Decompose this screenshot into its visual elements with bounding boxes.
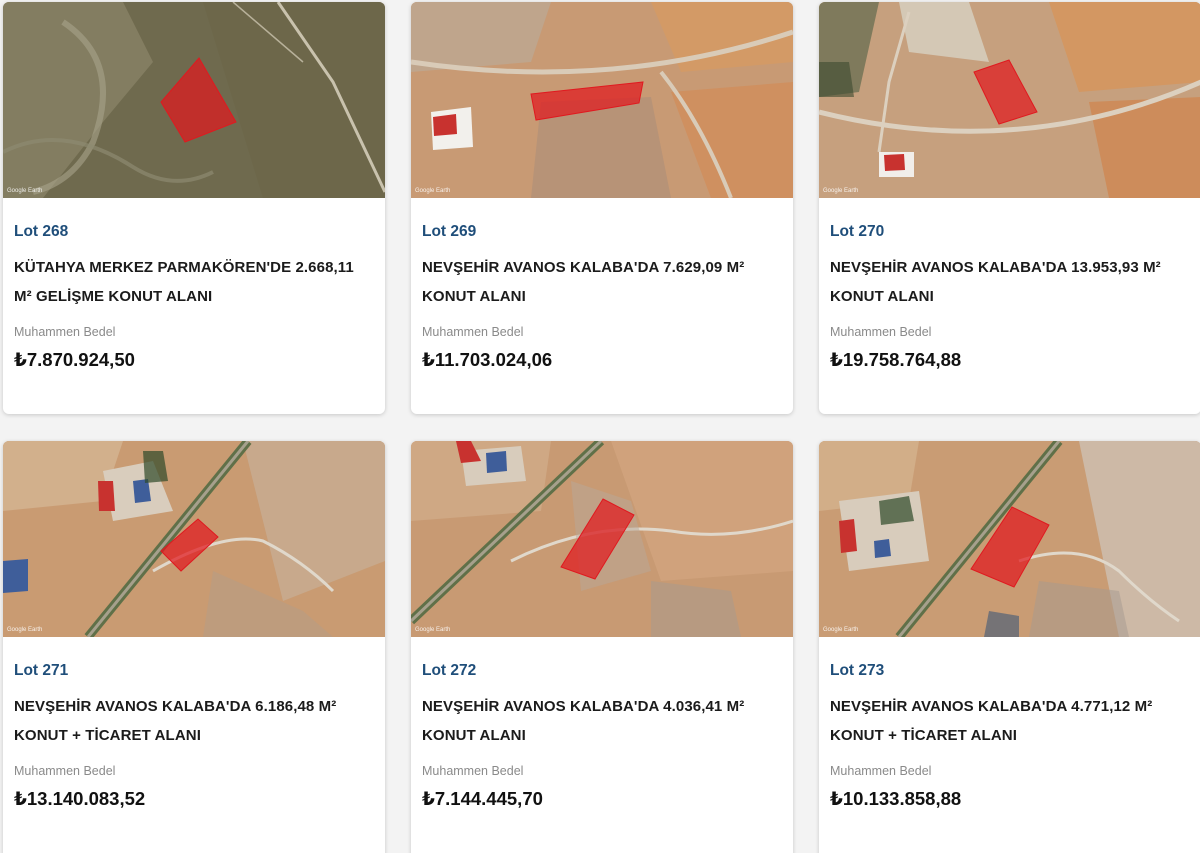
lot-title-line: M² GELİŞME KONUT ALANI (14, 287, 213, 305)
lot-number[interactable]: Lot 272 (422, 661, 782, 681)
price-label: Muhammen Bedel (830, 325, 932, 339)
parcel-satellite-image[interactable]: Google Earth (411, 441, 793, 637)
lot-card[interactable]: Google Earth Lot 269 NEVŞEHİR AVANOS KAL… (411, 2, 793, 414)
map-credit: Google Earth (7, 188, 43, 194)
lot-card[interactable]: Google Earth Lot 270 NEVŞEHİR AVANOS KAL… (819, 2, 1200, 414)
lot-title[interactable]: NEVŞEHİR AVANOS KALABA'DA 4.036,41 M² KO… (422, 693, 782, 751)
lot-title-line: KONUT ALANI (422, 726, 526, 744)
lot-number[interactable]: Lot 273 (830, 661, 1190, 681)
lot-price: ₺11.703.024,06 (422, 349, 553, 370)
lot-price: ₺13.140.083,52 (14, 788, 146, 809)
lot-card[interactable]: Google Earth Lot 271 NEVŞEHİR AVANOS KAL… (3, 441, 385, 853)
parcel-satellite-image[interactable]: Google Earth (411, 2, 793, 198)
lot-price: ₺10.133.858,88 (830, 788, 962, 809)
satellite-map-image (3, 2, 385, 198)
lot-price: ₺7.870.924,50 (14, 349, 135, 370)
lot-title-line: KÜTAHYA MERKEZ PARMAKÖREN'DE 2.668,11 (14, 259, 354, 276)
parcel-satellite-image[interactable]: Google Earth (819, 2, 1200, 198)
lot-title-line: KONUT ALANI (422, 287, 526, 305)
lot-number[interactable]: Lot 270 (830, 222, 1190, 242)
map-credit: Google Earth (823, 627, 859, 633)
price-label: Muhammen Bedel (830, 764, 932, 778)
satellite-map-image (411, 441, 793, 637)
map-credit: Google Earth (415, 627, 451, 633)
lot-title[interactable]: KÜTAHYA MERKEZ PARMAKÖREN'DE 2.668,11 M²… (14, 254, 374, 312)
map-credit: Google Earth (823, 188, 859, 194)
lot-number[interactable]: Lot 268 (14, 222, 374, 242)
lot-title-line: NEVŞEHİR AVANOS KALABA'DA 4.771,12 M² (830, 698, 1153, 715)
lot-grid: Google Earth Lot 268 KÜTAHYA MERKEZ PARM… (0, 0, 1200, 853)
lot-number[interactable]: Lot 271 (14, 661, 374, 681)
lot-title[interactable]: NEVŞEHİR AVANOS KALABA'DA 7.629,09 M² KO… (422, 254, 782, 312)
parcel-satellite-image[interactable]: Google Earth (3, 2, 385, 198)
parcel-satellite-image[interactable]: Google Earth (819, 441, 1200, 637)
lot-title-line: NEVŞEHİR AVANOS KALABA'DA 13.953,93 M² (830, 259, 1161, 276)
price-label: Muhammen Bedel (422, 764, 524, 778)
satellite-map-image (819, 2, 1200, 198)
lot-price: ₺19.758.764,88 (830, 349, 962, 370)
satellite-map-image (3, 441, 385, 637)
lot-card[interactable]: Google Earth Lot 273 NEVŞEHİR AVANOS KAL… (819, 441, 1200, 853)
parcel-satellite-image[interactable]: Google Earth (3, 441, 385, 637)
lot-title-line: KONUT + TİCARET ALANI (830, 726, 1017, 744)
lot-title[interactable]: NEVŞEHİR AVANOS KALABA'DA 4.771,12 M² KO… (830, 693, 1190, 751)
satellite-map-image (819, 441, 1200, 637)
lot-title-line: NEVŞEHİR AVANOS KALABA'DA 7.629,09 M² (422, 259, 745, 276)
lot-title-line: KONUT ALANI (830, 287, 934, 305)
price-label: Muhammen Bedel (422, 325, 524, 339)
lot-card[interactable]: Google Earth Lot 268 KÜTAHYA MERKEZ PARM… (3, 2, 385, 414)
price-label: Muhammen Bedel (14, 764, 116, 778)
lot-card[interactable]: Google Earth Lot 272 NEVŞEHİR AVANOS KAL… (411, 441, 793, 853)
satellite-map-image (411, 2, 793, 198)
map-credit: Google Earth (7, 627, 43, 633)
lot-title[interactable]: NEVŞEHİR AVANOS KALABA'DA 13.953,93 M² K… (830, 254, 1190, 312)
lot-title-line: KONUT + TİCARET ALANI (14, 726, 201, 744)
price-label: Muhammen Bedel (14, 325, 116, 339)
lot-title-line: NEVŞEHİR AVANOS KALABA'DA 6.186,48 M² (14, 698, 337, 715)
lot-number[interactable]: Lot 269 (422, 222, 782, 242)
map-credit: Google Earth (415, 188, 451, 194)
lot-title[interactable]: NEVŞEHİR AVANOS KALABA'DA 6.186,48 M² KO… (14, 693, 374, 751)
lot-title-line: NEVŞEHİR AVANOS KALABA'DA 4.036,41 M² (422, 698, 745, 715)
lot-price: ₺7.144.445,70 (422, 788, 543, 809)
